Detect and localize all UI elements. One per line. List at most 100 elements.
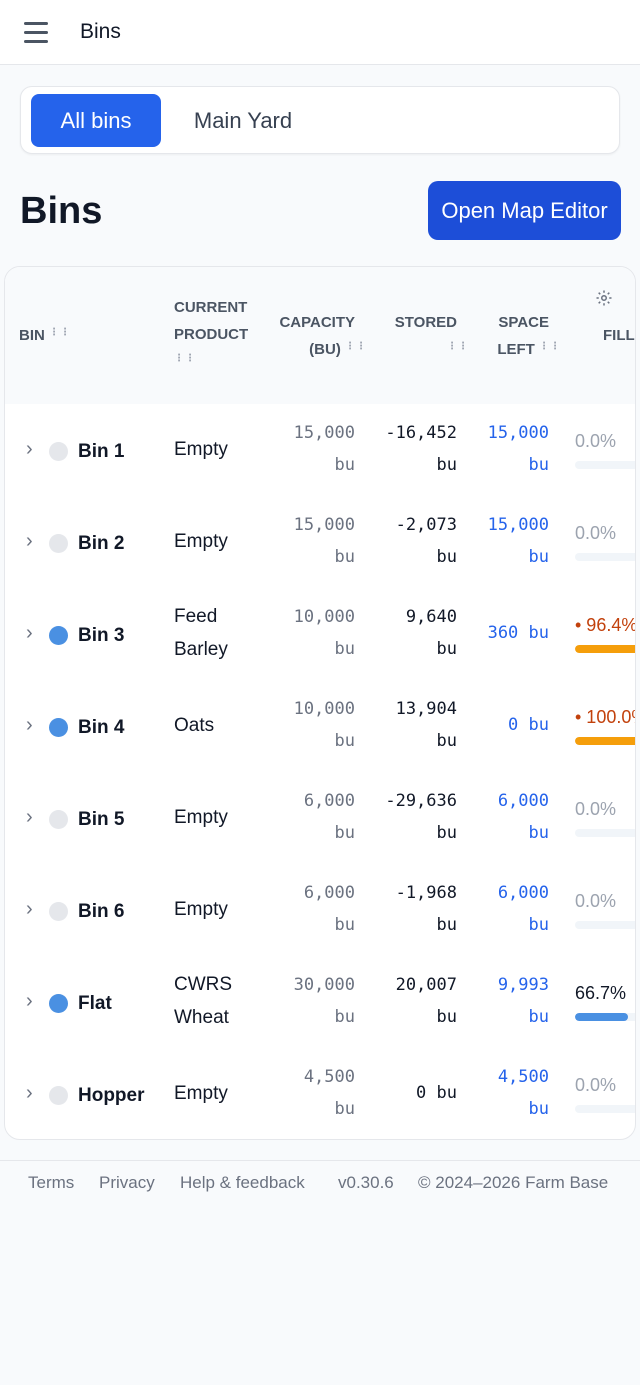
fill-percent: 0.0% [575,1075,617,1095]
status-dot [49,1086,68,1105]
status-dot [49,902,68,921]
drag-handle-icon[interactable]: ⋮⋮ [447,342,468,356]
stored-value: 20,007 bu [395,975,457,1027]
chevron-right-icon[interactable]: › [26,531,33,551]
version-label: v0.30.6 [338,1173,394,1192]
drag-handle-icon[interactable]: ⋮⋮ [49,328,70,342]
column-header-space-left[interactable]: SPACE LEFT ⋮⋮ [467,309,560,363]
chevron-right-icon[interactable]: › [26,807,33,827]
bin-name: Bin 4 [78,717,125,738]
hamburger-menu-icon[interactable] [22,20,50,46]
fill-percent: 66.7% [575,983,627,1003]
capacity-value: 4,500 bu [303,1067,355,1119]
bin-name: Flat [78,993,112,1014]
column-header-capacity[interactable]: CAPACITY (BU) ⋮⋮ [267,309,366,363]
column-header-stored[interactable]: STORED ⋮⋮ [367,309,468,363]
fill-progress-track [575,1013,635,1021]
space-left-value: 360 bu [487,623,549,643]
stored-value: -1,968 bu [395,883,457,935]
drag-handle-icon[interactable]: ⋮⋮ [174,354,195,368]
terms-link[interactable]: Terms [28,1173,74,1193]
fill-percent: 0.0% [575,431,617,451]
fill-progress-track [575,1105,635,1113]
status-dot [49,442,68,461]
bin-name: Bin 2 [78,533,125,554]
capacity-value: 15,000 bu [293,515,355,567]
chevron-right-icon[interactable]: › [26,439,33,459]
current-product: Empty [174,530,228,552]
column-header-product[interactable]: CURRENT PRODUCT ⋮⋮ [174,294,248,375]
chevron-right-icon[interactable]: › [26,715,33,735]
current-product: Empty [174,806,228,828]
chevron-right-icon[interactable]: › [26,623,33,643]
copyright-label: © 2024–2026 Farm Base [418,1173,609,1192]
column-header-fill[interactable]: FILL [603,322,635,349]
fill-progress-track [575,737,635,745]
fill-percent: 0.0% [575,891,617,911]
bins-table: BIN ⋮⋮ CURRENT PRODUCT ⋮⋮ CAPACITY (BU) … [4,266,636,1140]
fill-progress-bar [575,1013,629,1021]
space-left-value: 0 bu [508,715,549,735]
fill-progress-track [575,921,635,929]
fill-progress-bar [575,645,635,653]
fill-percent: 0.0% [575,523,617,543]
table-row[interactable]: › Bin 6 Empty 6,000 bu -1,968 bu 6,000 bu 0.0% [5,865,635,957]
bin-name: Hopper [78,1085,145,1106]
table-row[interactable]: › Bin 5 Empty 6,000 bu -29,636 bu 6,000 bu 0.0% [5,773,635,865]
location-tabs: All bins Main Yard [20,86,620,154]
tab-main-yard[interactable]: Main Yard [173,94,313,147]
space-left-value: 15,000 bu [487,423,549,475]
page-title: Bins [20,190,103,232]
column-header-bin[interactable]: BIN ⋮⋮ [19,322,70,349]
space-left-value: 6,000 bu [497,883,549,935]
table-row[interactable]: › Flat CWRS Wheat 30,000 bu 20,007 bu 9,993 bu 66.… [5,957,635,1049]
table-row[interactable]: › Bin 4 Oats 10,000bu 13,904bu 0 bu • 100.0% [5,681,635,773]
fill-percent: 0.0% [575,799,617,819]
chevron-right-icon[interactable]: › [26,899,33,919]
help-feedback-link[interactable]: Help & feedback [180,1173,305,1193]
space-left-value: 15,000 bu [487,515,549,567]
current-product: Empty [174,1082,228,1104]
current-product: Empty [174,898,228,920]
table-row[interactable]: › Bin 3 Feed Barley 10,000 bu 9,640 bu 360 bu • 9… [5,589,636,681]
chevron-right-icon[interactable]: › [26,1083,33,1103]
fill-percent: • 100.0% [575,707,635,727]
stored-value: -16,452 bu [385,423,457,475]
privacy-link[interactable]: Privacy [99,1173,155,1193]
stored-value: 13,904 bu [395,699,457,751]
capacity-value: 6,000 bu [303,883,355,935]
status-dot [49,626,68,645]
bin-name: Bin 5 [78,809,125,830]
bin-name: Bin 6 [78,901,125,922]
tab-all-bins[interactable]: All bins [31,94,161,147]
capacity-value: 30,000 bu [293,975,355,1027]
drag-handle-icon[interactable]: ⋮⋮ [345,342,366,356]
space-left-value: 4,500 bu [497,1067,549,1119]
capacity-value: 10,000 bu [293,607,355,659]
gear-icon[interactable] [595,289,613,307]
table-row[interactable]: › Bin 1 Empty 15,000 bu -16,452 bu 15,000 bu 0.0% [5,405,635,497]
fill-progress-track [575,645,635,653]
fill-progress-bar [575,737,635,745]
space-left-value: 6,000 bu [497,791,549,843]
current-product: Empty [174,438,228,460]
footer: Terms Privacy Help & feedback v0.30.6 © … [0,1160,640,1205]
status-dot [49,534,68,553]
chevron-right-icon[interactable]: › [26,991,33,1011]
table-row[interactable]: › Hopper Empty 4,500 bu 0 bu 4,500 bu 0.0% [5,1049,635,1139]
fill-progress-track [575,553,635,561]
drag-handle-icon[interactable]: ⋮⋮ [539,342,560,356]
current-product: Feed Barley [174,606,228,660]
bin-name: Bin 1 [78,441,125,462]
stored-value: 9,640 bu [405,607,457,659]
fill-percent: • 96.4% [575,615,636,635]
stored-value: -2,073 bu [395,515,457,567]
stored-value: -29,636 bu [385,791,457,843]
table-row[interactable]: › Bin 2 Empty 15,000 bu -2,073 bu 15,000 bu 0.0% [5,497,635,589]
open-map-editor-button[interactable]: Open Map Editor [428,181,621,240]
fill-progress-track [575,829,635,837]
capacity-value: 10,000 bu [293,699,355,751]
status-dot [49,718,68,737]
header-title: Bins [80,20,121,43]
current-product: Oats [174,714,215,736]
